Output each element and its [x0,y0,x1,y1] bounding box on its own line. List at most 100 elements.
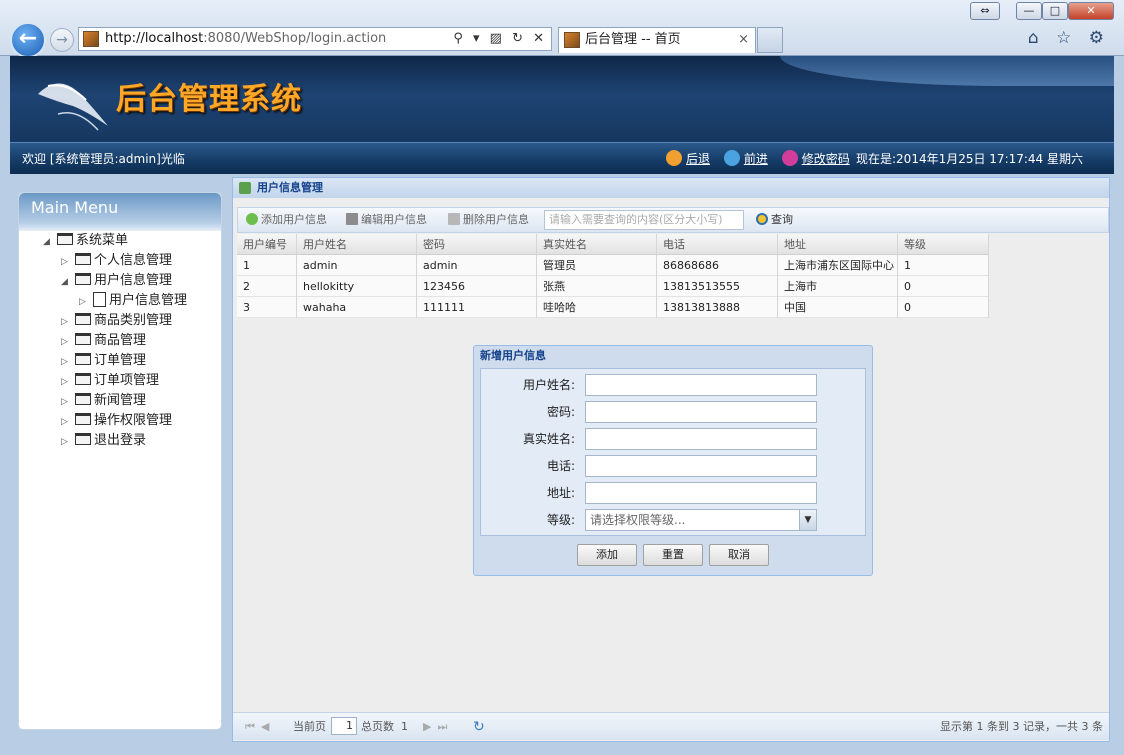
folder-icon [75,333,91,345]
menu-item-personal-info[interactable]: ▷ 个人信息管理 [61,251,172,271]
username-label: 用户姓名: [522,378,575,392]
phone-input[interactable] [585,455,817,477]
menu-item-user-info-page[interactable]: ▷ 用户信息管理 [79,291,187,311]
new-tab-button[interactable] [757,27,783,53]
column-header[interactable]: 电话 [657,234,778,255]
logo-icon [38,83,108,131]
user-grid: 用户编号 用户姓名 密码 真实姓名 电话 地址 等级 1 admin admin… [237,234,989,318]
reset-button[interactable]: 重置 [643,544,703,566]
password-label: 密码: [546,405,575,419]
top-nav-bar: 欢迎 [系统管理员:admin]光临 后退 前进 修改密码 现在是:2014年1… [10,142,1114,174]
change-password-link[interactable]: 修改密码 [802,152,850,166]
table-cell: 上海市浦东区国际中心 [778,255,898,276]
menu-item-user-info[interactable]: ◢ 用户信息管理 [61,271,172,291]
expanded-arrow-icon: ◢ [43,237,50,247]
search-button[interactable]: 查询 [756,208,793,232]
table-cell: 3 [237,297,297,318]
forward-arrow-icon[interactable]: → [50,28,74,52]
tab-close-icon[interactable]: × [738,28,749,52]
tab-favicon-icon [564,32,580,48]
search-input[interactable]: 请输入需要查询的内容(区分大小写) [544,210,744,230]
table-cell: 哇哈哈 [537,297,657,318]
column-header[interactable]: 真实姓名 [537,234,657,255]
add-user-dialog: 新增用户信息 用户姓名: 密码: 真实姓名: 电话: 地址: 等级: 请选择权限… [473,345,873,576]
menu-item-permissions[interactable]: ▷ 操作权限管理 [61,411,172,431]
url-host: http://localhost [105,31,204,46]
table-cell: 张燕 [537,276,657,297]
delete-user-button[interactable]: 删除用户信息 [448,208,529,232]
folder-icon [75,393,91,405]
menu-item-logout[interactable]: ▷ 退出登录 [61,431,146,451]
back-link[interactable]: 后退 [686,152,710,166]
menu-item-news[interactable]: ▷ 新闻管理 [61,391,146,411]
level-label: 等级: [546,513,575,527]
table-row[interactable]: 1 admin admin 管理员 86868686 上海市浦东区国际中心 1 [237,255,989,276]
table-cell: 13813513555 [657,276,778,297]
cancel-button[interactable]: 取消 [709,544,769,566]
table-cell: hellokitty [297,276,417,297]
table-cell: wahaha [297,297,417,318]
table-row[interactable]: 3 wahaha 111111 哇哈哈 13813813888 中国 0 [237,297,989,318]
table-cell: 2 [237,276,297,297]
collapsed-arrow-icon: ▷ [61,357,68,367]
table-cell: 中国 [778,297,898,318]
table-cell: admin [297,255,417,276]
close-window-button[interactable]: ✕ [1068,2,1114,20]
username-input[interactable] [585,374,817,396]
menu-item-products[interactable]: ▷ 商品管理 [61,331,146,351]
table-cell: 86868686 [657,255,778,276]
column-header[interactable]: 用户姓名 [297,234,417,255]
browser-tab[interactable]: 后台管理 -- 首页 × [558,27,756,53]
trash-icon [448,213,460,225]
table-row[interactable]: 2 hellokitty 123456 张燕 13813513555 上海市 0 [237,276,989,297]
menu-item-orders[interactable]: ▷ 订单管理 [61,351,146,371]
next-last-page-icons[interactable]: ▶⏭ [423,713,453,741]
table-cell: 管理员 [537,255,657,276]
folder-icon [75,313,91,325]
phone-label: 电话: [546,459,575,473]
minimize-button[interactable]: — [1016,2,1042,20]
current-page-label: 当前页 [293,720,326,733]
column-header[interactable]: 等级 [898,234,989,255]
tree-root[interactable]: ◢ 系统菜单 [43,231,128,251]
folder-icon [57,233,73,245]
forward-link[interactable]: 前进 [744,152,768,166]
column-header[interactable]: 用户编号 [237,234,297,255]
collapsed-arrow-icon: ▷ [61,437,68,447]
pagination-bar: ⏮◀ 当前页 1 总页数 1 ▶⏭ ↻ 显示第 1 条到 3 记录，一共 3 条 [233,712,1109,740]
folder-icon [75,273,91,285]
table-cell: 0 [898,276,989,297]
edit-icon [346,213,358,225]
realname-label: 真实姓名: [522,432,575,446]
column-header[interactable]: 密码 [417,234,537,255]
window-resize-button[interactable]: ⇔ [970,2,1000,20]
maximize-button[interactable]: □ [1042,2,1068,20]
password-input[interactable] [585,401,817,423]
realname-input[interactable] [585,428,817,450]
table-cell: 111111 [417,297,537,318]
refresh-icon[interactable]: ↻ [473,713,485,741]
chevron-down-icon[interactable]: ▼ [799,510,816,530]
pager-summary: 显示第 1 条到 3 记录，一共 3 条 [940,720,1103,733]
address-tools-icons[interactable]: ⚲ ▾ ▨ ↻ ✕ [453,28,547,50]
edit-user-button[interactable]: 编辑用户信息 [346,208,427,232]
lock-icon [781,150,798,166]
back-arrow-icon[interactable]: ← [10,22,46,58]
add-button[interactable]: 添加 [577,544,637,566]
level-select[interactable]: 请选择权限等级... ▼ [585,509,817,531]
menu-item-order-items[interactable]: ▷ 订单项管理 [61,371,159,391]
panel-icon [239,182,251,194]
menu-item-category[interactable]: ▷ 商品类别管理 [61,311,172,331]
add-user-button[interactable]: 添加用户信息 [246,208,327,232]
first-prev-page-icons[interactable]: ⏮◀ [245,713,275,741]
grid-toolbar: 添加用户信息 编辑用户信息 删除用户信息 请输入需要查询的内容(区分大小写) 查… [237,207,1109,233]
panel-title: 用户信息管理 [257,181,323,194]
address-bar[interactable]: http://localhost:8080/WebShop/login.acti… [78,27,552,51]
expanded-arrow-icon: ◢ [61,277,68,287]
page-number-input[interactable]: 1 [331,717,357,735]
address-label: 地址: [546,486,575,500]
welcome-text: 欢迎 [系统管理员:admin]光临 [22,152,185,166]
home-favorites-settings-icons[interactable]: ⌂ ☆ ⚙ [1028,28,1110,48]
column-header[interactable]: 地址 [778,234,898,255]
address-input[interactable] [585,482,817,504]
